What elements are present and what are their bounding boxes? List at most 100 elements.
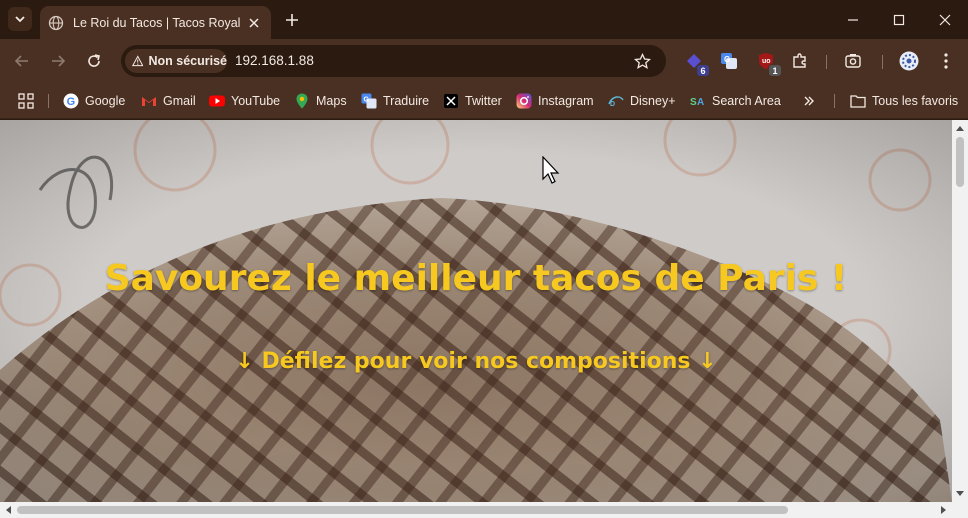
arrow-right-icon xyxy=(52,55,66,67)
bookmark-label: Google xyxy=(85,94,126,108)
tab-strip: Le Roi du Tacos | Tacos Royal xyxy=(0,0,968,39)
horizontal-scroll-thumb[interactable] xyxy=(17,506,788,514)
instagram-icon xyxy=(516,93,532,109)
profile-avatar[interactable] xyxy=(899,51,919,71)
bookmark-label: Disney+ xyxy=(630,94,676,108)
reload-icon xyxy=(88,54,100,67)
all-bookmarks-label: Tous les favoris xyxy=(872,94,959,108)
bookmark-label: Traduire xyxy=(383,94,430,108)
ublock-badge: 1 xyxy=(768,64,782,77)
bookmark-google[interactable]: G Google xyxy=(63,91,125,111)
vertical-scrollbar[interactable] xyxy=(952,120,968,502)
ublock-button[interactable]: uo 1 xyxy=(756,51,782,77)
vertical-scroll-thumb[interactable] xyxy=(956,137,964,187)
security-label: Non sécurisé xyxy=(148,54,227,68)
minimize-icon xyxy=(848,18,858,21)
translate-icon: G xyxy=(361,93,377,109)
bookmarks-bar: G Google Gmail YouTube Maps G Traduire T… xyxy=(0,84,968,119)
plus-icon xyxy=(286,14,298,26)
address-bar[interactable]: Non sécurisé 192.168.1.88 xyxy=(121,45,666,77)
extension-1-badge: 6 xyxy=(696,64,710,77)
tacos-background-image xyxy=(0,120,952,502)
svg-text:G: G xyxy=(724,55,730,64)
browser-window: Le Roi du Tacos | Tacos Royal Non sécuri… xyxy=(0,0,968,518)
bookmark-label: Search Area xyxy=(712,94,781,108)
bookmark-maps[interactable]: Maps xyxy=(294,91,347,111)
arrow-left-icon xyxy=(14,55,28,67)
close-icon xyxy=(939,14,951,25)
bookmark-star-icon[interactable] xyxy=(632,51,652,71)
youtube-icon xyxy=(209,93,225,109)
gmail-icon xyxy=(141,93,157,109)
globe-icon xyxy=(48,15,64,31)
x-icon xyxy=(443,93,459,109)
back-button[interactable] xyxy=(8,47,36,75)
bookmark-disney[interactable]: D Disney+ xyxy=(608,91,676,111)
scroll-up-icon[interactable] xyxy=(952,120,968,136)
bookmark-search-area[interactable]: SA Search Area xyxy=(690,91,781,111)
lens-button[interactable] xyxy=(843,51,863,71)
bookmark-label: Maps xyxy=(316,94,347,108)
bookmark-youtube[interactable]: YouTube xyxy=(209,91,280,111)
extensions-button[interactable] xyxy=(790,51,810,71)
bookmark-twitter[interactable]: Twitter xyxy=(443,91,502,111)
disney-icon: D xyxy=(608,93,624,109)
bookmark-gmail[interactable]: Gmail xyxy=(141,91,196,111)
bookmark-label: Gmail xyxy=(163,94,196,108)
apps-grid-icon xyxy=(18,93,34,109)
avatar-icon xyxy=(899,51,919,71)
extension-1-button[interactable]: 6 xyxy=(684,51,710,77)
toolbar-divider xyxy=(882,55,883,69)
tab-search-button[interactable] xyxy=(8,7,32,31)
hero-section: Savourez le meilleur tacos de Paris ! ↓ … xyxy=(0,120,952,502)
forward-button[interactable] xyxy=(44,47,72,75)
new-tab-button[interactable] xyxy=(280,8,304,32)
page-viewport: Savourez le meilleur tacos de Paris ! ↓ … xyxy=(0,120,952,502)
hero-title: Savourez le meilleur tacos de Paris ! xyxy=(104,258,848,299)
bookmark-label: Twitter xyxy=(465,94,502,108)
horizontal-scrollbar[interactable] xyxy=(0,491,968,518)
close-window-button[interactable] xyxy=(922,0,968,39)
svg-text:A: A xyxy=(697,97,704,108)
bookmark-label: Instagram xyxy=(538,94,594,108)
reload-button[interactable] xyxy=(80,47,108,75)
folder-icon xyxy=(850,93,866,109)
hero-subtitle: ↓ Défilez pour voir nos compositions ↓ xyxy=(235,349,717,374)
scroll-right-icon[interactable] xyxy=(936,502,952,518)
bookmark-traduire[interactable]: G Traduire xyxy=(361,91,429,111)
warning-icon xyxy=(132,55,144,67)
svg-text:S: S xyxy=(690,97,697,108)
puzzle-icon xyxy=(793,53,806,68)
apps-button[interactable] xyxy=(18,91,34,111)
svg-text:G: G xyxy=(364,97,370,104)
scroll-left-icon[interactable] xyxy=(0,502,16,518)
svg-text:D: D xyxy=(610,101,615,108)
google-translate-button[interactable]: G xyxy=(719,51,739,71)
tab-title: Le Roi du Tacos | Tacos Royal xyxy=(73,15,241,30)
chevron-double-right-icon xyxy=(804,96,814,106)
active-tab[interactable]: Le Roi du Tacos | Tacos Royal xyxy=(40,6,271,39)
camera-search-icon xyxy=(845,54,861,68)
maximize-button[interactable] xyxy=(876,0,922,39)
google-translate-icon: G xyxy=(721,53,737,69)
mouse-cursor-icon xyxy=(542,156,560,184)
scroll-down-icon[interactable] xyxy=(952,486,968,502)
bookmarks-divider xyxy=(834,94,835,108)
bookmark-instagram[interactable]: Instagram xyxy=(516,91,594,111)
maps-icon xyxy=(294,93,310,109)
bookmark-label: YouTube xyxy=(231,94,281,108)
google-icon: G xyxy=(63,93,79,109)
bookmarks-divider xyxy=(48,94,49,108)
tab-close-icon[interactable] xyxy=(245,14,263,32)
more-bookmarks-button[interactable] xyxy=(803,91,815,111)
maximize-icon xyxy=(893,14,905,25)
url-text[interactable]: 192.168.1.88 xyxy=(235,53,314,68)
svg-text:G: G xyxy=(67,96,76,108)
menu-button[interactable] xyxy=(936,51,956,71)
toolbar-divider xyxy=(826,55,827,69)
all-bookmarks-button[interactable]: Tous les favoris xyxy=(850,91,958,111)
minimize-button[interactable] xyxy=(830,0,876,39)
security-chip[interactable]: Non sécurisé xyxy=(125,49,227,73)
toolbar: Non sécurisé 192.168.1.88 6 G uo 1 xyxy=(0,39,968,84)
chevron-down-icon xyxy=(15,16,25,23)
